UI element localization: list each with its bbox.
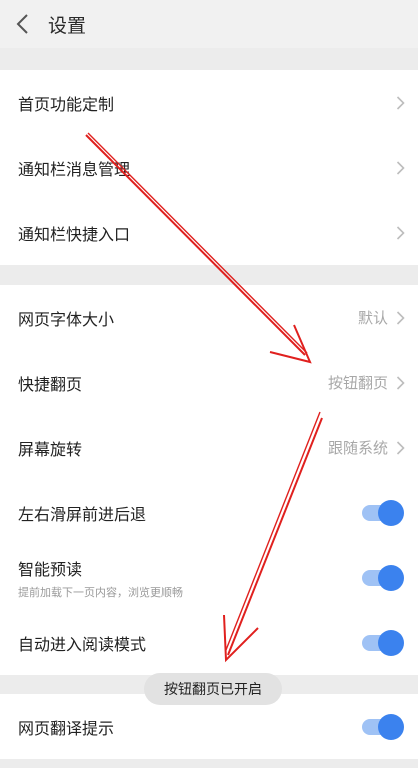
chevron-right-icon <box>394 95 406 111</box>
setting-label: 通知栏快捷入口 <box>18 224 131 244</box>
setting-smart-preload: 智能预读 提前加载下一页内容，浏览更顺畅 <box>0 545 418 610</box>
setting-label: 屏幕旋转 <box>18 439 83 459</box>
header-bar: 设置 <box>0 0 418 48</box>
smart-preload-toggle[interactable] <box>362 564 404 591</box>
setting-label: 首页功能定制 <box>18 94 115 114</box>
chevron-right-icon <box>394 310 406 326</box>
setting-screen-rotation[interactable]: 屏幕旋转 跟随系统 <box>0 415 418 480</box>
setting-notification-messages[interactable]: 通知栏消息管理 <box>0 135 418 200</box>
setting-label-group: 智能预读 提前加载下一页内容，浏览更顺畅 <box>18 556 362 600</box>
swipe-navigation-toggle[interactable] <box>362 499 404 526</box>
setting-notification-shortcut[interactable]: 通知栏快捷入口 <box>0 200 418 265</box>
back-button[interactable] <box>0 0 44 48</box>
setting-font-size[interactable]: 网页字体大小 默认 <box>0 285 418 350</box>
setting-label: 快捷翻页 <box>18 374 83 394</box>
setting-auto-reader-mode: 自动进入阅读模式 <box>0 610 418 675</box>
chevron-right-icon <box>394 160 406 176</box>
setting-label: 智能预读 <box>18 559 83 579</box>
chevron-left-icon <box>16 14 28 34</box>
setting-label: 左右滑屏前进后退 <box>18 504 147 524</box>
toggle-knob <box>378 629 404 656</box>
setting-quick-page-turn[interactable]: 快捷翻页 按钮翻页 <box>0 350 418 415</box>
settings-group-2: 网页字体大小 默认 快捷翻页 按钮翻页 屏幕旋转 跟随系统 左右滑屏前进后退 智… <box>0 285 418 675</box>
auto-reader-mode-toggle[interactable] <box>362 629 404 656</box>
setting-label: 网页翻译提示 <box>18 718 115 738</box>
setting-homepage-customize[interactable]: 首页功能定制 <box>0 70 418 135</box>
setting-label: 通知栏消息管理 <box>18 159 131 179</box>
setting-swipe-navigation: 左右滑屏前进后退 <box>0 480 418 545</box>
toggle-knob <box>378 713 404 740</box>
setting-value: 按钮翻页 <box>327 374 388 392</box>
setting-label: 网页字体大小 <box>18 309 115 329</box>
toggle-knob <box>378 499 404 526</box>
setting-value: 跟随系统 <box>327 439 388 457</box>
toggle-knob <box>378 564 404 591</box>
toast-message: 按钮翻页已开启 <box>144 673 282 705</box>
chevron-right-icon <box>394 375 406 391</box>
setting-sublabel: 提前加载下一页内容，浏览更顺畅 <box>18 585 183 599</box>
chevron-right-icon <box>394 440 406 456</box>
setting-value: 默认 <box>357 309 388 327</box>
setting-label: 自动进入阅读模式 <box>18 634 147 654</box>
settings-screen: 设置 首页功能定制 通知栏消息管理 通知栏快捷入口 网页字体大小 默认 快捷翻页… <box>0 0 418 768</box>
page-title: 设置 <box>48 14 87 37</box>
translate-prompt-toggle[interactable] <box>362 713 404 740</box>
chevron-right-icon <box>394 225 406 241</box>
settings-group-1: 首页功能定制 通知栏消息管理 通知栏快捷入口 <box>0 70 418 265</box>
